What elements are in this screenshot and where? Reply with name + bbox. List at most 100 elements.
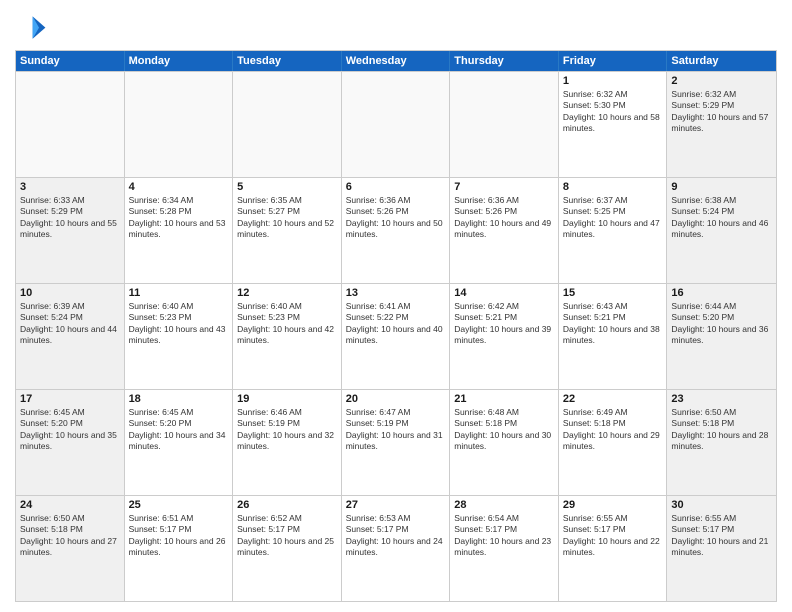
cal-header-cell-sunday: Sunday	[16, 51, 125, 71]
day-info: Sunrise: 6:48 AM Sunset: 5:18 PM Dayligh…	[454, 407, 554, 453]
cal-cell	[450, 72, 559, 177]
calendar-week-4: 17 Sunrise: 6:45 AM Sunset: 5:20 PM Dayli…	[16, 389, 776, 495]
calendar: SundayMondayTuesdayWednesdayThursdayFrid…	[15, 50, 777, 602]
day-number: 15	[563, 287, 663, 299]
day-info: Sunrise: 6:54 AM Sunset: 5:17 PM Dayligh…	[454, 513, 554, 559]
cal-cell	[233, 72, 342, 177]
day-number: 18	[129, 393, 229, 405]
cal-header-cell-tuesday: Tuesday	[233, 51, 342, 71]
day-info: Sunrise: 6:41 AM Sunset: 5:22 PM Dayligh…	[346, 301, 446, 347]
day-number: 3	[20, 181, 120, 193]
cal-cell: 26Sunrise: 6:52 AM Sunset: 5:17 PM Dayli…	[233, 496, 342, 601]
day-info: Sunrise: 6:34 AM Sunset: 5:28 PM Dayligh…	[129, 195, 229, 241]
cal-header-cell-friday: Friday	[559, 51, 668, 71]
cal-cell: 2 Sunrise: 6:32 AM Sunset: 5:29 PM Daylig…	[667, 72, 776, 177]
cal-cell: 14 Sunrise: 6:42 AM Sunset: 5:21 PM Dayli…	[450, 284, 559, 389]
day-number: 29	[563, 499, 663, 511]
cal-cell	[342, 72, 451, 177]
calendar-week-2: 3 Sunrise: 6:33 AM Sunset: 5:29 PM Daylig…	[16, 177, 776, 283]
cal-cell: 20 Sunrise: 6:47 AM Sunset: 5:19 PM Dayli…	[342, 390, 451, 495]
cal-cell: 18 Sunrise: 6:45 AM Sunset: 5:20 PM Dayli…	[125, 390, 234, 495]
day-number: 6	[346, 181, 446, 193]
day-number: 28	[454, 499, 554, 511]
day-info: Sunrise: 6:43 AM Sunset: 5:21 PM Dayligh…	[563, 301, 663, 347]
day-number: 10	[20, 287, 120, 299]
day-info: Sunrise: 6:52 AM Sunset: 5:17 PM Dayligh…	[237, 513, 337, 559]
cal-cell: 5 Sunrise: 6:35 AM Sunset: 5:27 PM Daylig…	[233, 178, 342, 283]
day-info: Sunrise: 6:44 AM Sunset: 5:20 PM Dayligh…	[671, 301, 772, 347]
cal-cell: 25Sunrise: 6:51 AM Sunset: 5:17 PM Dayli…	[125, 496, 234, 601]
day-info: Sunrise: 6:32 AM Sunset: 5:29 PM Dayligh…	[671, 89, 772, 135]
cal-cell: 28 Sunrise: 6:54 AM Sunset: 5:17 PM Dayli…	[450, 496, 559, 601]
cal-cell: 23 Sunrise: 6:50 AM Sunset: 5:18 PM Dayli…	[667, 390, 776, 495]
day-info: Sunrise: 6:37 AM Sunset: 5:25 PM Dayligh…	[563, 195, 663, 241]
cal-cell: 22 Sunrise: 6:49 AM Sunset: 5:18 PM Dayli…	[559, 390, 668, 495]
cal-cell: 11 Sunrise: 6:40 AM Sunset: 5:23 PM Dayli…	[125, 284, 234, 389]
day-number: 16	[671, 287, 772, 299]
day-number: 12	[237, 287, 337, 299]
cal-cell: 27 Sunrise: 6:53 AM Sunset: 5:17 PM Dayli…	[342, 496, 451, 601]
day-number: 24	[20, 499, 120, 511]
cal-header-cell-monday: Monday	[125, 51, 234, 71]
day-number: 5	[237, 181, 337, 193]
day-info: Sunrise: 6:49 AM Sunset: 5:18 PM Dayligh…	[563, 407, 663, 453]
cal-cell: 21Sunrise: 6:48 AM Sunset: 5:18 PM Dayli…	[450, 390, 559, 495]
cal-cell: 16 Sunrise: 6:44 AM Sunset: 5:20 PM Dayli…	[667, 284, 776, 389]
day-number: 27	[346, 499, 446, 511]
cal-header-cell-thursday: Thursday	[450, 51, 559, 71]
day-number: 4	[129, 181, 229, 193]
day-info: Sunrise: 6:36 AM Sunset: 5:26 PM Dayligh…	[454, 195, 554, 241]
cal-cell: 4 Sunrise: 6:34 AM Sunset: 5:28 PM Daylig…	[125, 178, 234, 283]
day-number: 14	[454, 287, 554, 299]
day-number: 20	[346, 393, 446, 405]
cal-cell: 15 Sunrise: 6:43 AM Sunset: 5:21 PM Dayli…	[559, 284, 668, 389]
cal-cell: 9 Sunrise: 6:38 AM Sunset: 5:24 PM Daylig…	[667, 178, 776, 283]
day-info: Sunrise: 6:55 AM Sunset: 5:17 PM Dayligh…	[563, 513, 663, 559]
cal-cell: 3 Sunrise: 6:33 AM Sunset: 5:29 PM Daylig…	[16, 178, 125, 283]
day-number: 7	[454, 181, 554, 193]
day-info: Sunrise: 6:47 AM Sunset: 5:19 PM Dayligh…	[346, 407, 446, 453]
day-info: Sunrise: 6:40 AM Sunset: 5:23 PM Dayligh…	[129, 301, 229, 347]
cal-cell: 12 Sunrise: 6:40 AM Sunset: 5:23 PM Dayli…	[233, 284, 342, 389]
cal-header-cell-wednesday: Wednesday	[342, 51, 451, 71]
calendar-body: 1 Sunrise: 6:32 AM Sunset: 5:30 PM Daylig…	[16, 71, 776, 601]
day-number: 2	[671, 75, 772, 87]
cal-cell: 7 Sunrise: 6:36 AM Sunset: 5:26 PM Daylig…	[450, 178, 559, 283]
day-info: Sunrise: 6:38 AM Sunset: 5:24 PM Dayligh…	[671, 195, 772, 241]
cal-cell: 17Sunrise: 6:45 AM Sunset: 5:20 PM Dayli…	[16, 390, 125, 495]
day-number: 13	[346, 287, 446, 299]
day-info: Sunrise: 6:42 AM Sunset: 5:21 PM Dayligh…	[454, 301, 554, 347]
day-number: 8	[563, 181, 663, 193]
day-number: 11	[129, 287, 229, 299]
cal-cell: 13 Sunrise: 6:41 AM Sunset: 5:22 PM Dayli…	[342, 284, 451, 389]
day-number: 1	[563, 75, 663, 87]
header	[15, 10, 777, 42]
day-number: 23	[671, 393, 772, 405]
cal-cell: 30Sunrise: 6:55 AM Sunset: 5:17 PM Dayli…	[667, 496, 776, 601]
calendar-week-1: 1 Sunrise: 6:32 AM Sunset: 5:30 PM Daylig…	[16, 71, 776, 177]
day-number: 9	[671, 181, 772, 193]
calendar-week-3: 10 Sunrise: 6:39 AM Sunset: 5:24 PM Dayli…	[16, 283, 776, 389]
day-info: Sunrise: 6:46 AM Sunset: 5:19 PM Dayligh…	[237, 407, 337, 453]
calendar-header-row: SundayMondayTuesdayWednesdayThursdayFrid…	[16, 51, 776, 71]
day-number: 17	[20, 393, 120, 405]
cal-cell: 19 Sunrise: 6:46 AM Sunset: 5:19 PM Dayli…	[233, 390, 342, 495]
logo-icon	[15, 10, 47, 42]
day-info: Sunrise: 6:51 AM Sunset: 5:17 PM Dayligh…	[129, 513, 229, 559]
day-info: Sunrise: 6:36 AM Sunset: 5:26 PM Dayligh…	[346, 195, 446, 241]
day-info: Sunrise: 6:45 AM Sunset: 5:20 PM Dayligh…	[129, 407, 229, 453]
day-number: 19	[237, 393, 337, 405]
day-number: 22	[563, 393, 663, 405]
page: SundayMondayTuesdayWednesdayThursdayFrid…	[0, 0, 792, 612]
logo	[15, 10, 51, 42]
day-info: Sunrise: 6:32 AM Sunset: 5:30 PM Dayligh…	[563, 89, 663, 135]
cal-cell: 8 Sunrise: 6:37 AM Sunset: 5:25 PM Daylig…	[559, 178, 668, 283]
day-info: Sunrise: 6:53 AM Sunset: 5:17 PM Dayligh…	[346, 513, 446, 559]
day-info: Sunrise: 6:35 AM Sunset: 5:27 PM Dayligh…	[237, 195, 337, 241]
day-info: Sunrise: 6:40 AM Sunset: 5:23 PM Dayligh…	[237, 301, 337, 347]
cal-cell: 29 Sunrise: 6:55 AM Sunset: 5:17 PM Dayli…	[559, 496, 668, 601]
day-info: Sunrise: 6:39 AM Sunset: 5:24 PM Dayligh…	[20, 301, 120, 347]
calendar-week-5: 24Sunrise: 6:50 AM Sunset: 5:18 PM Dayli…	[16, 495, 776, 601]
day-info: Sunrise: 6:33 AM Sunset: 5:29 PM Dayligh…	[20, 195, 120, 241]
day-info: Sunrise: 6:50 AM Sunset: 5:18 PM Dayligh…	[671, 407, 772, 453]
